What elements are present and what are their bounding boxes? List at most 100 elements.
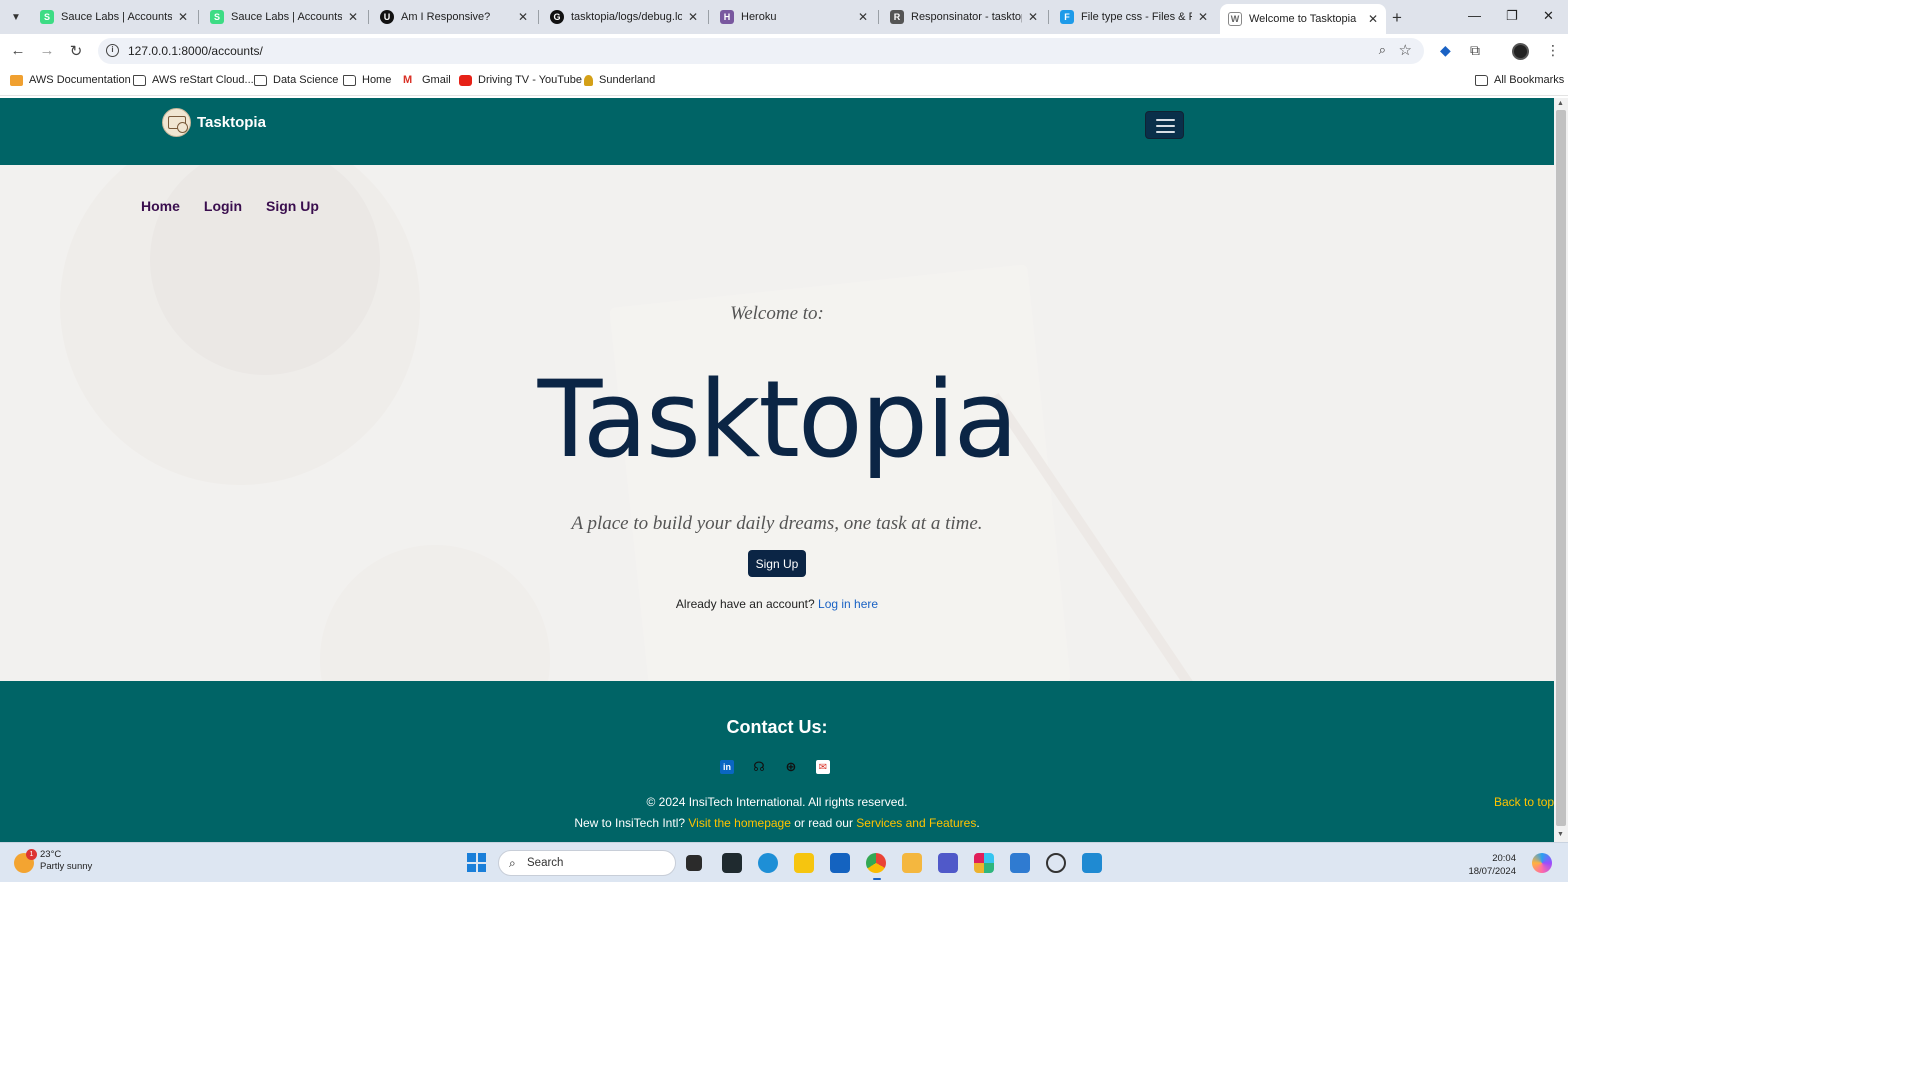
all-bookmarks[interactable]: All Bookmarks (1475, 74, 1564, 86)
store-icon[interactable] (830, 853, 850, 873)
close-window-icon[interactable]: ✕ (1543, 8, 1554, 24)
extension-icon[interactable]: ◆ (1440, 42, 1451, 59)
chrome-icon[interactable] (866, 853, 886, 873)
taskbar-search-label: Search (527, 857, 564, 869)
vscode-icon[interactable] (1082, 853, 1102, 873)
folder-icon (133, 74, 146, 86)
folder-icon (254, 74, 267, 86)
brand-link[interactable]: Tasktopia (162, 108, 266, 137)
system-clock[interactable]: 20:04 18/07/2024 (1460, 852, 1516, 878)
tab-welcome-to-tasktopia[interactable]: W Welcome to Tasktopia ✕ (1220, 4, 1386, 34)
url-text[interactable]: 127.0.0.1:8000/accounts/ (128, 44, 263, 58)
signup-button[interactable]: Sign Up (748, 550, 806, 577)
copilot-icon[interactable] (1532, 853, 1552, 873)
edge-icon[interactable] (758, 853, 778, 873)
new-tab-plus-icon[interactable]: + (1392, 8, 1402, 28)
tab-separator (1048, 10, 1049, 24)
close-tab-icon[interactable]: ✕ (348, 10, 358, 24)
tab-search-button[interactable]: ▼ (6, 7, 26, 27)
back-arrow-icon[interactable]: ← (9, 42, 27, 59)
bookmark-data-science[interactable]: Data Science (254, 74, 338, 86)
scrollbar-thumb[interactable] (1556, 110, 1566, 826)
tab-sauce-labs-1[interactable]: S Sauce Labs | Accounts ✕ (32, 4, 196, 30)
notification-badge: 1 (26, 849, 37, 860)
site-info-icon[interactable]: i (106, 44, 119, 57)
file-explorer-icon[interactable] (902, 853, 922, 873)
bookmark-label: Driving TV - YouTube (478, 74, 582, 86)
close-tab-icon[interactable]: ✕ (858, 10, 868, 24)
globe-icon[interactable]: ⊕ (784, 759, 798, 774)
tab-separator (708, 10, 709, 24)
bookmark-aws-restart[interactable]: AWS reStart Cloud... (133, 74, 254, 86)
weather-description: Partly sunny (40, 861, 93, 872)
tab-file-type-css[interactable]: F File type css - Files & Folders ✕ (1052, 4, 1216, 30)
bookmark-driving-tv-youtube[interactable]: Driving TV - YouTube (459, 74, 582, 86)
bookmark-gmail[interactable]: M Gmail (403, 74, 451, 86)
slack-icon[interactable] (974, 853, 994, 873)
scroll-down-arrow-icon[interactable]: ▼ (1557, 831, 1564, 838)
photos-icon[interactable] (1010, 853, 1030, 873)
close-tab-icon[interactable]: ✕ (1368, 12, 1378, 26)
login-link[interactable]: Log in here (818, 597, 878, 611)
hamburger-line (1156, 125, 1175, 127)
close-tab-icon[interactable]: ✕ (1028, 10, 1038, 24)
teams-icon[interactable] (938, 853, 958, 873)
close-tab-icon[interactable]: ✕ (518, 10, 528, 24)
nav-signup-link[interactable]: Sign Up (266, 198, 319, 214)
minimize-icon[interactable]: — (1468, 8, 1481, 23)
site-navbar: Tasktopia (0, 98, 1554, 165)
tab-separator (878, 10, 879, 24)
scroll-up-arrow-icon[interactable]: ▲ (1557, 100, 1564, 107)
omnibox[interactable]: i 127.0.0.1:8000/accounts/ ⌕ ☆ (98, 38, 1424, 64)
homepage-link[interactable]: Visit the homepage (688, 816, 791, 830)
tab-title: tasktopia/logs/debug.log (571, 11, 682, 23)
kebab-menu-icon[interactable]: ⋮ (1546, 42, 1560, 59)
tab-github-debug-log[interactable]: G tasktopia/logs/debug.log ✕ (542, 4, 706, 30)
services-link[interactable]: Services and Features (856, 816, 976, 830)
bookmark-sunderland[interactable]: Sunderland (584, 74, 655, 86)
linkedin-icon[interactable]: in (720, 760, 734, 774)
weather-temperature: 23°C (40, 849, 62, 860)
page-scrollbar[interactable]: ▲ ▼ (1554, 98, 1568, 842)
login-prompt: Already have an account? Log in here (0, 597, 1554, 611)
tab-sauce-labs-2[interactable]: S Sauce Labs | Accounts ✕ (202, 4, 366, 30)
emoji-app-icon[interactable] (1046, 853, 1066, 873)
restore-icon[interactable]: ❐ (1506, 8, 1518, 24)
tab-responsinator[interactable]: R Responsinator - tasktopia ✕ (882, 4, 1046, 30)
nav-home-link[interactable]: Home (141, 198, 180, 214)
social-links: in ☊ ⊕ ✉ (720, 759, 830, 774)
active-app-indicator (873, 878, 881, 880)
tasktopia-logo-icon (162, 108, 191, 137)
back-to-top-link[interactable]: Back to top (1494, 795, 1554, 809)
reload-icon[interactable]: ↻ (67, 42, 85, 60)
close-tab-icon[interactable]: ✕ (1198, 10, 1208, 24)
tab-title: Am I Responsive? (401, 11, 491, 23)
weather-widget[interactable]: 1 23°C Partly sunny (14, 849, 92, 873)
tab-title: File type css - Files & Folders (1081, 11, 1192, 23)
file-type-favicon-icon: F (1060, 10, 1074, 24)
email-icon[interactable]: ✉ (816, 760, 830, 774)
bookmark-label: Home (362, 74, 392, 86)
bookmark-aws-documentation[interactable]: AWS Documentation (10, 74, 131, 86)
windows-start-icon[interactable] (467, 853, 486, 872)
file-manager-icon[interactable] (794, 853, 814, 873)
windows-taskbar: 1 23°C Partly sunny ⌕ Search 20:04 18/07… (0, 842, 1568, 882)
taskbar-search[interactable]: ⌕ Search (498, 850, 676, 876)
tab-am-i-responsive[interactable]: U Am I Responsive? ✕ (372, 4, 536, 30)
extensions-puzzle-icon[interactable]: ⧉ (1470, 42, 1480, 59)
forward-arrow-icon[interactable]: → (38, 42, 56, 59)
folder-icon (343, 74, 356, 86)
zoom-icon[interactable]: ⌕ (1379, 42, 1386, 58)
heroku-icon: H (720, 10, 734, 24)
bookmark-home[interactable]: Home (343, 74, 391, 86)
profile-avatar[interactable] (1512, 43, 1529, 60)
github-icon[interactable]: ☊ (752, 759, 766, 774)
task-view-icon[interactable] (686, 855, 702, 871)
nav-login-link[interactable]: Login (204, 198, 242, 214)
close-tab-icon[interactable]: ✕ (688, 10, 698, 24)
pycharm-icon[interactable] (722, 853, 742, 873)
bookmark-star-icon[interactable]: ☆ (1399, 41, 1412, 59)
tab-heroku[interactable]: H Heroku ✕ (712, 4, 876, 30)
hamburger-menu-button[interactable] (1145, 111, 1184, 139)
close-tab-icon[interactable]: ✕ (178, 10, 188, 24)
